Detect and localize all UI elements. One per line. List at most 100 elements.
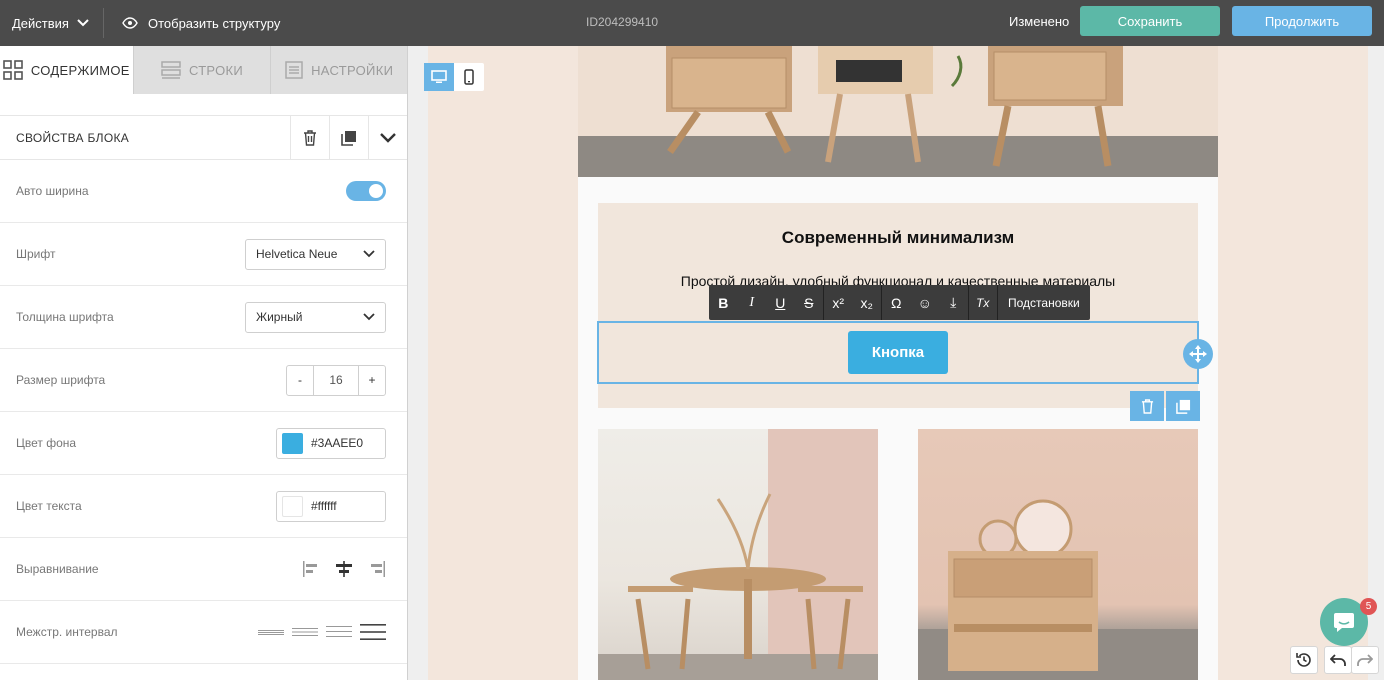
trash-icon <box>1141 398 1153 414</box>
align-right-icon[interactable] <box>368 560 386 578</box>
actions-menu[interactable]: Действия <box>0 8 104 38</box>
align-row: Выравнивание <box>0 538 407 601</box>
continue-button[interactable]: Продолжить <box>1232 6 1372 36</box>
underline-button[interactable]: U <box>766 285 795 320</box>
align-label: Выравнивание <box>16 562 99 576</box>
nightstand-image[interactable] <box>918 429 1198 680</box>
bg-color-picker[interactable]: #3AAEE0 <box>276 427 386 459</box>
email-body: Современный минимализм Простой дизайн, у… <box>578 46 1218 680</box>
bg-color-swatch[interactable] <box>282 432 303 454</box>
text-block[interactable]: Современный минимализм Простой дизайн, у… <box>597 203 1213 421</box>
properties-panel: СОДЕРЖИМОЕ СТРОКИ НАСТРОЙКИ СВОЙСТВА БЛО… <box>0 46 408 680</box>
duplicate-icon <box>1175 399 1190 414</box>
tab-settings[interactable]: НАСТРОЙКИ <box>270 46 407 94</box>
substitutions-button[interactable]: Подстановки <box>998 285 1090 320</box>
text-color-row: Цвет текста #ffffff <box>0 475 407 538</box>
rows-icon <box>161 61 181 79</box>
font-size-increase-button[interactable]: + <box>359 366 385 395</box>
panel-tabs: СОДЕРЖИМОЕ СТРОКИ НАСТРОЙКИ <box>0 46 407 94</box>
chevron-down-icon <box>363 313 375 321</box>
tab-rows[interactable]: СТРОКИ <box>132 46 271 94</box>
chat-unread-badge: 5 <box>1360 598 1377 615</box>
history-icon <box>1296 653 1311 667</box>
template-id: ID204299410 <box>586 15 659 29</box>
trash-icon <box>304 129 316 146</box>
undo-button[interactable] <box>1324 646 1352 674</box>
show-structure-button[interactable]: Отобразить структуру <box>104 16 280 31</box>
text-color-value: #ffffff <box>311 499 337 513</box>
font-weight-value: Жирный <box>256 310 303 324</box>
auto-width-toggle[interactable] <box>346 181 386 201</box>
chevron-down-icon <box>380 132 396 143</box>
line-height-1-icon[interactable] <box>258 627 284 637</box>
nightstand-photo <box>918 499 1198 680</box>
tab-content-label: СОДЕРЖИМОЕ <box>30 62 130 78</box>
dining-image[interactable] <box>598 429 878 680</box>
show-structure-label: Отобразить структуру <box>147 15 281 31</box>
merge-tag-button[interactable]: ⤓ <box>939 285 968 320</box>
font-size-input[interactable]: 16 <box>313 365 359 395</box>
font-weight-select[interactable]: Жирный <box>245 301 386 333</box>
hero-image[interactable] <box>578 46 1218 177</box>
collapse-block-button[interactable] <box>368 115 407 160</box>
mobile-icon <box>464 69 474 85</box>
history-controls <box>1290 646 1379 674</box>
actions-label: Действия <box>12 15 69 31</box>
cta-button[interactable]: Кнопка <box>848 331 948 374</box>
delete-block-button[interactable] <box>290 115 329 160</box>
desktop-view-button[interactable] <box>424 63 454 91</box>
font-size-decrease-button[interactable]: - <box>287 366 313 395</box>
chat-icon <box>1334 613 1354 632</box>
move-block-handle[interactable] <box>1183 339 1213 369</box>
line-height-options <box>258 623 386 641</box>
furniture-photo <box>578 46 1218 177</box>
text-color-swatch[interactable] <box>282 495 303 517</box>
align-center-icon[interactable] <box>334 560 354 578</box>
align-left-icon[interactable] <box>302 560 320 578</box>
device-toggle <box>424 63 484 91</box>
move-icon <box>1189 345 1207 363</box>
emoji-button[interactable]: ☺ <box>911 285 940 320</box>
line-height-2-icon[interactable] <box>292 626 318 638</box>
auto-width-label: Авто ширина <box>16 184 89 198</box>
delete-block-canvas-button[interactable] <box>1130 391 1164 421</box>
font-label: Шрифт <box>16 247 56 261</box>
clear-format-button[interactable]: Tx <box>969 285 998 320</box>
italic-button[interactable]: I <box>738 285 767 320</box>
special-char-button[interactable]: Ω <box>882 285 911 320</box>
redo-button[interactable] <box>1351 646 1379 674</box>
font-row: Шрифт Helvetica Neue <box>0 223 407 286</box>
dining-photo <box>598 429 878 680</box>
block-actions <box>1130 391 1200 421</box>
tab-content[interactable]: СОДЕРЖИМОЕ <box>0 46 133 94</box>
superscript-button[interactable]: x² <box>824 285 853 320</box>
top-bar: Действия Отобразить структуру ID20429941… <box>0 0 1384 46</box>
line-height-3-icon[interactable] <box>326 625 352 639</box>
font-value: Helvetica Neue <box>256 247 338 261</box>
line-height-label: Межстр. интервал <box>16 625 118 639</box>
font-size-label: Размер шрифта <box>16 373 106 387</box>
mobile-view-button[interactable] <box>454 63 484 91</box>
block-properties-header: СВОЙСТВА БЛОКА <box>0 115 407 160</box>
subscript-button[interactable]: x₂ <box>853 285 882 320</box>
editor-canvas: Современный минимализм Простой дизайн, у… <box>409 46 1384 680</box>
duplicate-block-button[interactable] <box>329 115 368 160</box>
save-button[interactable]: Сохранить <box>1080 6 1220 36</box>
text-color-picker[interactable]: #ffffff <box>276 490 386 522</box>
font-weight-row: Толщина шрифта Жирный <box>0 286 407 349</box>
desktop-icon <box>431 70 447 83</box>
history-button[interactable] <box>1290 646 1318 674</box>
font-weight-label: Толщина шрифта <box>16 310 114 324</box>
email-heading[interactable]: Современный минимализм <box>598 228 1198 248</box>
line-height-4-icon[interactable] <box>360 623 386 641</box>
font-select[interactable]: Helvetica Neue <box>245 238 386 270</box>
chevron-down-icon <box>77 19 89 27</box>
text-format-toolbar: B I U S x² x₂ Ω ☺ ⤓ Tx Подстановки <box>709 285 1090 320</box>
tab-settings-label: НАСТРОЙКИ <box>311 62 394 78</box>
bold-button[interactable]: B <box>709 285 738 320</box>
strikethrough-button[interactable]: S <box>795 285 824 320</box>
duplicate-block-canvas-button[interactable] <box>1166 391 1200 421</box>
chevron-down-icon <box>363 250 375 258</box>
redo-icon <box>1357 654 1373 666</box>
auto-width-row: Авто ширина <box>0 160 407 223</box>
